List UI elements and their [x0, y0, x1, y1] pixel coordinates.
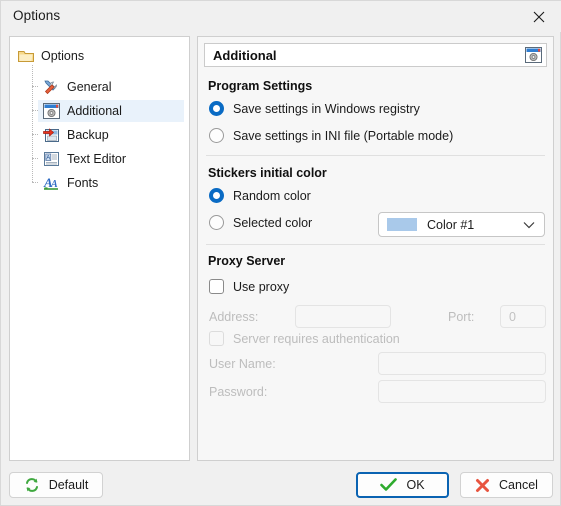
font-a-icon: A A: [43, 175, 60, 191]
settings-content-panel: Additional Program Settings Save setting…: [197, 36, 554, 461]
floppy-arrow-icon: [43, 127, 60, 143]
default-button-label: Default: [48, 478, 89, 492]
cancel-button[interactable]: Cancel: [460, 472, 553, 498]
sidebar-item-text-editor[interactable]: A Text Editor: [38, 148, 184, 170]
color-select[interactable]: Color #1: [378, 212, 545, 237]
radio-label: Save settings in INI file (Portable mode…: [233, 128, 454, 143]
radio-indicator: [209, 215, 224, 230]
ok-button[interactable]: OK: [356, 472, 449, 498]
sidebar-item-fonts[interactable]: A A Fonts: [38, 172, 184, 194]
group-title-stickers-color: Stickers initial color: [208, 166, 327, 180]
sidebar-item-label: Backup: [67, 128, 109, 142]
window-title: Options: [13, 8, 61, 23]
color-select-value: Color #1: [427, 217, 475, 232]
color-swatch: [387, 218, 417, 231]
section-divider: [206, 155, 545, 156]
radio-save-ini[interactable]: Save settings in INI file (Portable mode…: [209, 128, 453, 143]
radio-indicator: [209, 188, 224, 203]
x-icon: [475, 478, 490, 493]
cancel-button-label: Cancel: [499, 478, 538, 492]
checkbox-use-proxy[interactable]: Use proxy: [209, 279, 289, 294]
close-icon: [533, 11, 545, 23]
username-label: User Name:: [209, 357, 276, 371]
sidebar-item-label: Fonts: [67, 176, 99, 190]
page-title: Additional: [213, 47, 277, 63]
checkbox-label: Use proxy: [233, 279, 290, 294]
radio-save-registry[interactable]: Save settings in Windows registry: [209, 101, 420, 116]
default-button[interactable]: Default: [9, 472, 103, 498]
password-label: Password:: [209, 385, 268, 399]
group-title-program-settings: Program Settings: [208, 79, 313, 93]
check-icon: [380, 478, 398, 492]
sidebar-item-label: General: [67, 80, 112, 94]
close-button[interactable]: [516, 1, 561, 32]
address-input[interactable]: [295, 305, 391, 328]
tree-root-label: Options: [41, 49, 85, 63]
tools-icon: [43, 79, 60, 96]
chevron-down-icon: [523, 221, 535, 229]
window-gear-icon: [43, 103, 60, 119]
page-header: Additional: [204, 43, 547, 67]
sidebar-item-additional[interactable]: Additional: [38, 100, 184, 122]
radio-label: Save settings in Windows registry: [233, 101, 420, 116]
port-input[interactable]: 0: [500, 305, 546, 328]
sidebar-item-label: Additional: [67, 104, 122, 118]
sidebar-item-general[interactable]: General: [38, 76, 184, 98]
sidebar-item-label: Text Editor: [67, 152, 127, 166]
refresh-icon: [24, 477, 40, 493]
window-gear-icon: [525, 47, 542, 63]
section-divider: [206, 244, 545, 245]
tree-connector-line: [32, 65, 34, 182]
address-label: Address:: [209, 310, 259, 324]
checkbox-indicator: [209, 279, 224, 294]
options-dialog: Options Options General Additional Backu…: [0, 0, 561, 506]
username-input[interactable]: [378, 352, 546, 375]
radio-indicator: [209, 101, 224, 116]
document-a-icon: A: [43, 151, 60, 167]
radio-random-color[interactable]: Random color: [209, 188, 311, 203]
ok-button-label: OK: [406, 478, 425, 492]
sidebar-item-backup[interactable]: Backup: [38, 124, 184, 146]
radio-label: Selected color: [233, 215, 313, 230]
folder-icon: [18, 49, 34, 63]
tree-root-options[interactable]: Options: [18, 46, 84, 66]
port-value: 0: [509, 309, 516, 324]
password-input[interactable]: [378, 380, 546, 403]
checkbox-label: Server requires authentication: [233, 331, 400, 346]
radio-indicator: [209, 128, 224, 143]
radio-label: Random color: [233, 188, 311, 203]
radio-selected-color[interactable]: Selected color: [209, 215, 312, 230]
checkbox-server-auth[interactable]: Server requires authentication: [209, 331, 400, 346]
title-bar: Options: [1, 1, 561, 32]
settings-tree-panel: Options General Additional Backup A Text…: [9, 36, 190, 461]
port-label: Port:: [448, 310, 475, 324]
group-title-proxy-server: Proxy Server: [208, 254, 286, 268]
svg-text:A: A: [46, 155, 50, 161]
checkbox-indicator: [209, 331, 224, 346]
